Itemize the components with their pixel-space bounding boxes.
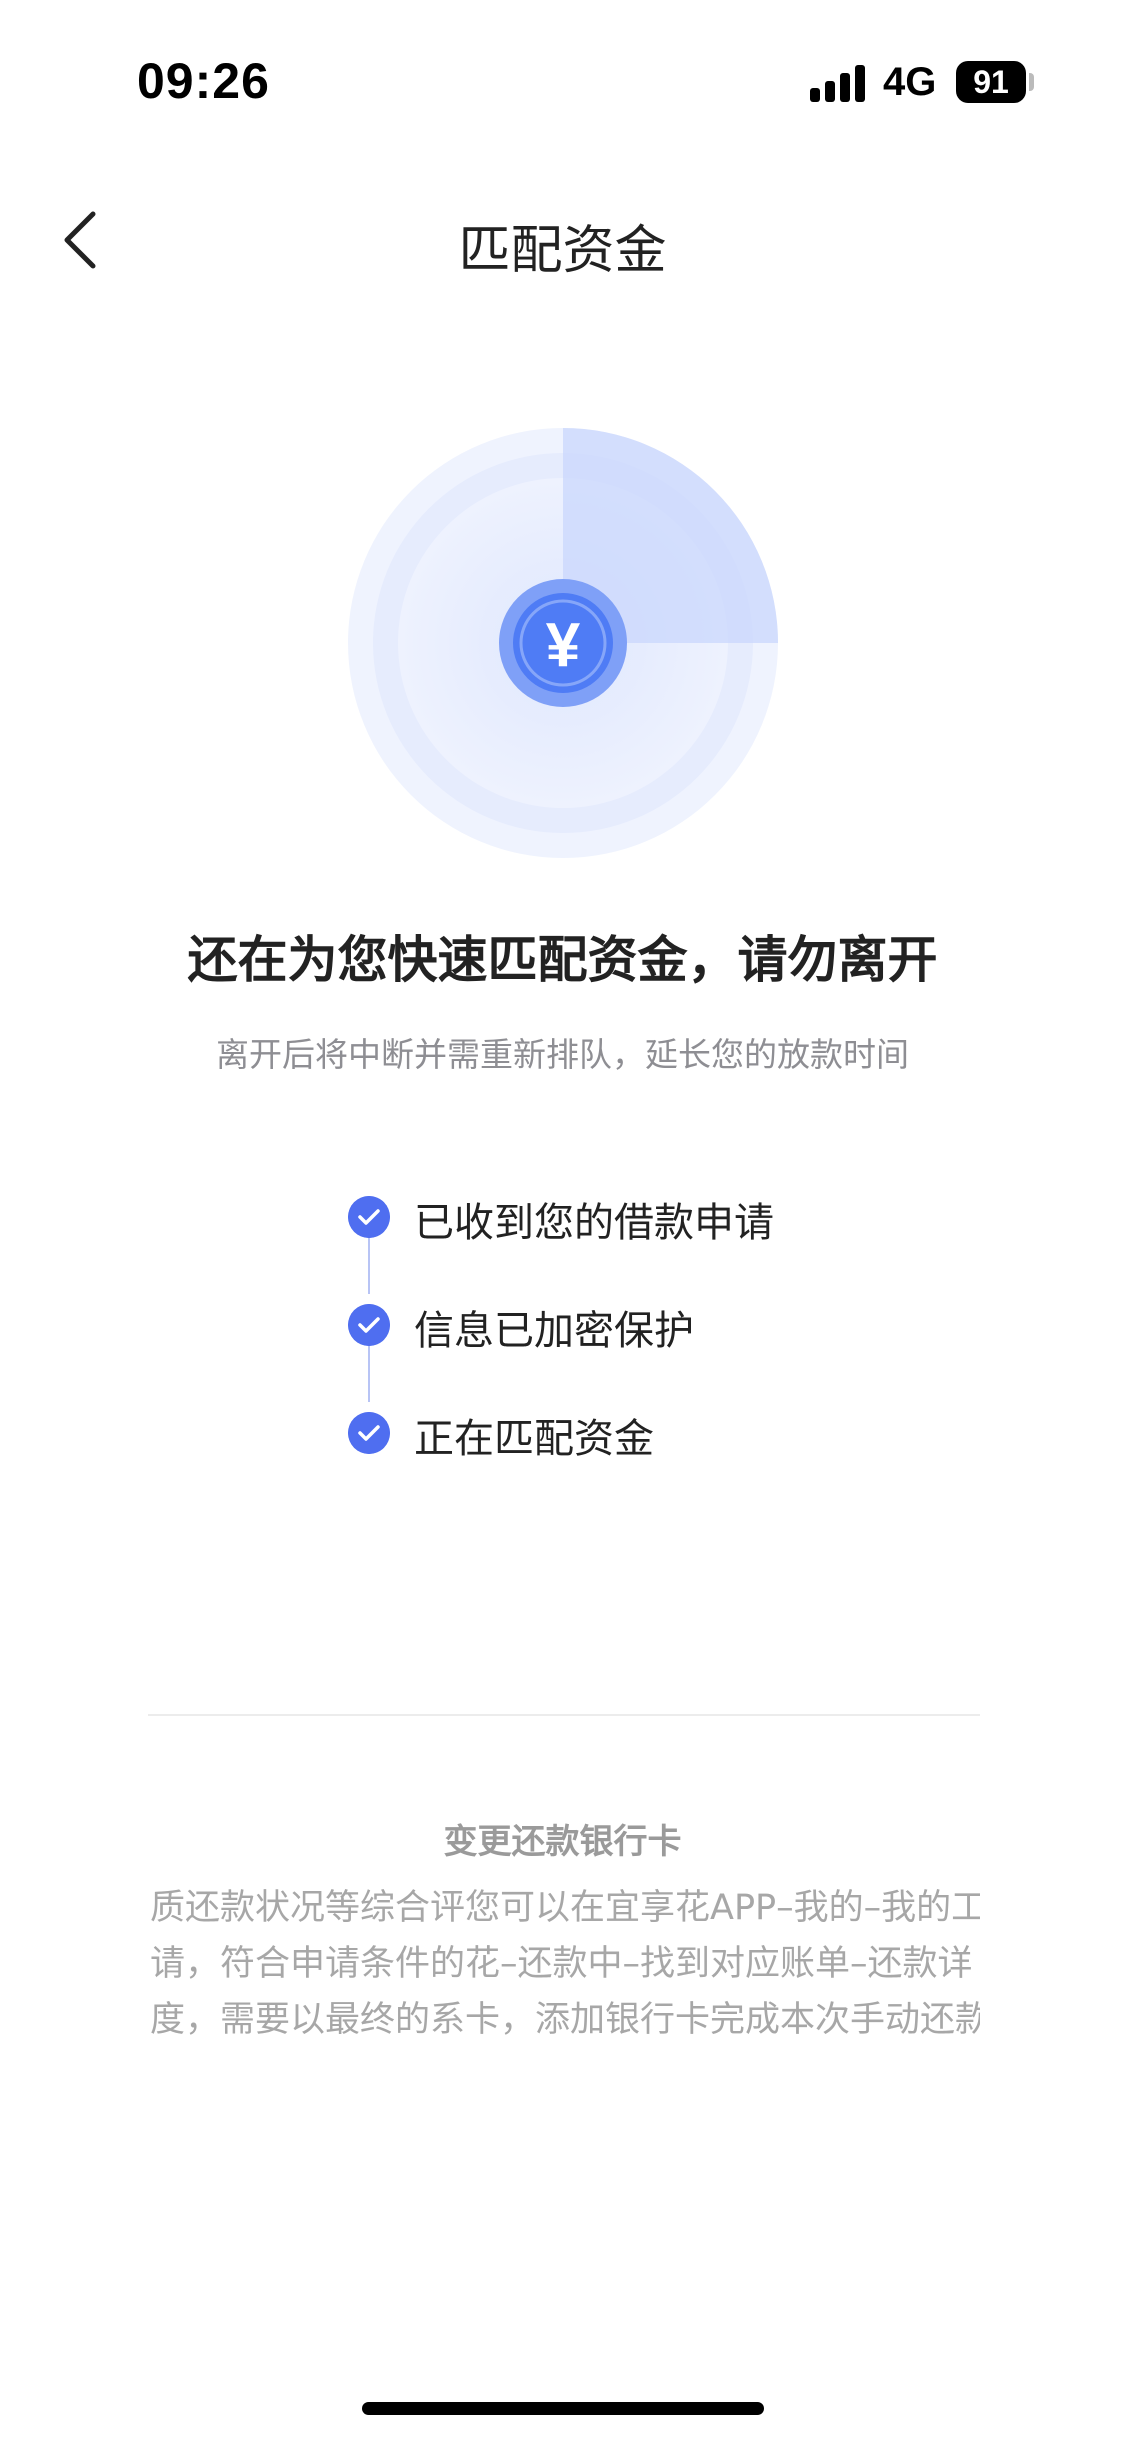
- step-item: 正在匹配资金: [348, 1402, 948, 1462]
- battery-icon: 91: [956, 61, 1026, 103]
- radar-graphic: ¥: [348, 428, 778, 858]
- notice-line: 请，符合申请条件的花–还款中–找到对应账单–还款详: [150, 1944, 973, 1984]
- step-connector: [368, 1238, 370, 1294]
- progress-steps: 已收到您的借款申请 信息已加密保护 正在匹配资金: [348, 1186, 948, 1466]
- battery-level: 91: [973, 64, 1009, 100]
- network-type: 4G: [883, 60, 937, 104]
- step-label: 已收到您的借款申请: [414, 1200, 774, 1246]
- status-time: 09:26: [137, 53, 270, 109]
- check-circle-icon: [348, 1412, 390, 1454]
- notice-ticker: 质还款状况等综合评您可以在宜享花APP–我的–我的工 请，符合申请条件的花–还款…: [150, 1880, 980, 2060]
- divider: [148, 1714, 980, 1716]
- step-label: 正在匹配资金: [414, 1416, 654, 1462]
- battery-tip: [1029, 73, 1034, 91]
- check-circle-icon: [348, 1304, 390, 1346]
- check-circle-icon: [348, 1196, 390, 1238]
- home-indicator[interactable]: [362, 2402, 764, 2415]
- step-item: 已收到您的借款申请: [348, 1186, 948, 1246]
- status-bar: 09:26 4G 91: [0, 0, 1125, 160]
- nav-bar: 匹配资金: [0, 160, 1125, 320]
- page-title: 匹配资金: [458, 221, 667, 281]
- step-item: 信息已加密保护: [348, 1294, 948, 1354]
- subline: 离开后将中断并需重新排队，延长您的放款时间: [216, 1035, 909, 1074]
- notice-line: 质还款状况等综合评您可以在宜享花APP–我的–我的工: [150, 1888, 980, 1928]
- headline: 还在为您快速匹配资金，请勿离开: [187, 931, 938, 989]
- notice-line: 度，需要以最终的系卡，添加银行卡完成本次手动还款: [150, 2000, 980, 2040]
- step-label: 信息已加密保护: [414, 1308, 694, 1354]
- step-connector: [368, 1346, 370, 1402]
- notice-title: 变更还款银行卡: [443, 1822, 682, 1862]
- cellular-signal-icon: [810, 62, 870, 102]
- matching-radar: ¥: [348, 428, 778, 858]
- yuan-coin-icon: ¥: [546, 611, 581, 680]
